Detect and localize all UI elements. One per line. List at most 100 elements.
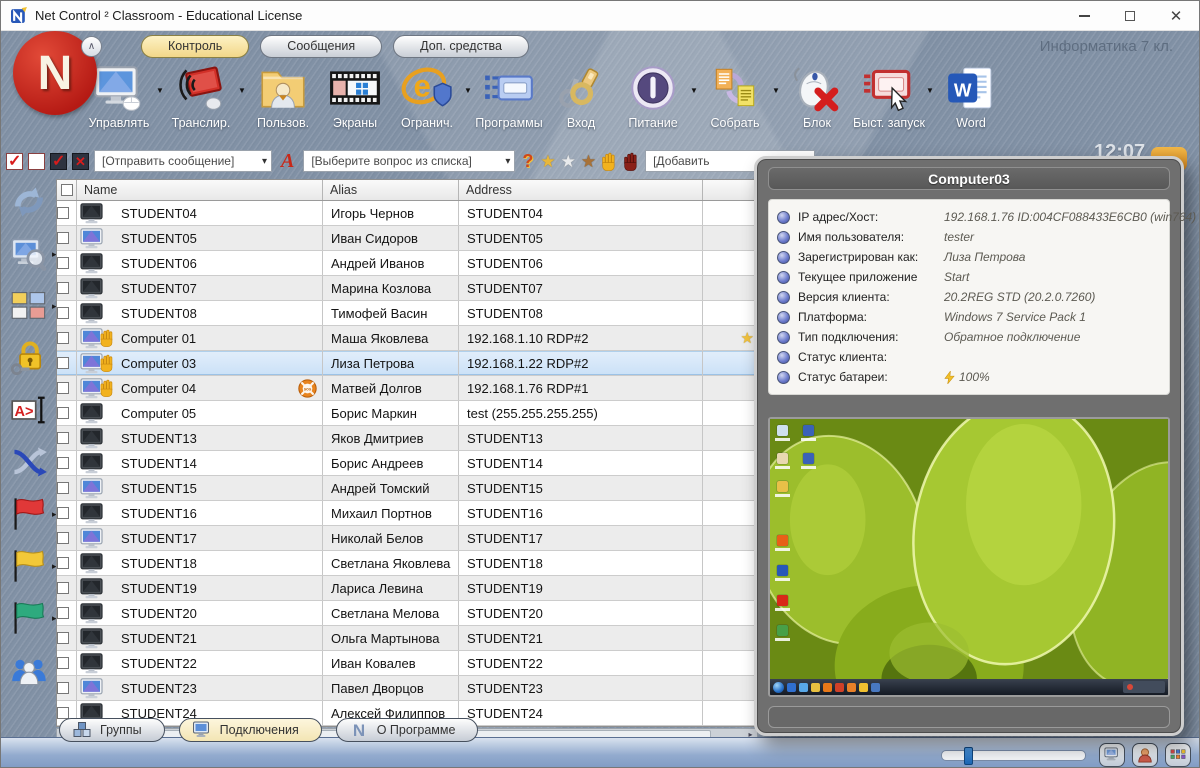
cell-name[interactable]: STUDENT16: [77, 501, 323, 525]
send-message-combo[interactable]: [Отправить сообщение] ▾: [94, 150, 272, 172]
cell-alias[interactable]: Андрей Иванов: [323, 251, 459, 275]
table-row-computer-05[interactable]: Computer 05Борис Маркинtest (255.255.255…: [57, 401, 757, 426]
cell-alias[interactable]: Тимофей Васин: [323, 301, 459, 325]
table-row-student16[interactable]: STUDENT16Михаил ПортновSTUDENT16: [57, 501, 757, 526]
cell-name[interactable]: STUDENT17: [77, 526, 323, 550]
cell-address[interactable]: STUDENT23: [459, 676, 703, 700]
cell-name[interactable]: STUDENT21: [77, 626, 323, 650]
sidebar-refresh-button[interactable]: [10, 183, 48, 221]
dropdown-arrow-icon[interactable]: ▼: [771, 86, 781, 95]
maximize-button[interactable]: [1107, 1, 1153, 31]
cell-name[interactable]: Computer 05: [77, 401, 323, 425]
cell-name[interactable]: STUDENT04: [77, 201, 323, 225]
row-checkbox[interactable]: [57, 382, 69, 394]
cell-alias[interactable]: Иван Сидоров: [323, 226, 459, 250]
cell-address[interactable]: 192.168.1.10 RDP#2: [459, 326, 703, 350]
cell-name[interactable]: STUDENT22: [77, 651, 323, 675]
row-checkbox[interactable]: [57, 607, 69, 619]
cell-alias[interactable]: Светлана Мелова: [323, 601, 459, 625]
cell-address[interactable]: STUDENT18: [459, 551, 703, 575]
toolbar-button-собрать[interactable]: Собрать: [699, 63, 771, 130]
cell-name[interactable]: STUDENT13: [77, 426, 323, 450]
dropdown-arrow-icon[interactable]: ▼: [925, 86, 935, 95]
cell-alias[interactable]: Лариса Левина: [323, 576, 459, 600]
toolbar-button-экраны[interactable]: Экраны: [319, 63, 391, 130]
dropdown-arrow-icon[interactable]: ▼: [237, 86, 247, 95]
cell-address[interactable]: 192.168.1.22 RDP#2: [459, 351, 703, 375]
table-row-computer-04[interactable]: Computer 04sosМатвей Долгов192.168.1.76 …: [57, 376, 757, 401]
toolbar-button-питание[interactable]: Питание: [617, 63, 689, 130]
table-row-student14[interactable]: STUDENT14Борис АндреевSTUDENT14: [57, 451, 757, 476]
table-row-student23[interactable]: STUDENT23Павел ДворцовSTUDENT23: [57, 676, 757, 701]
cell-alias[interactable]: Игорь Чернов: [323, 201, 459, 225]
row-checkbox[interactable]: [57, 257, 69, 269]
thumbnail-size-slider[interactable]: [941, 750, 1086, 761]
view-monitors-button[interactable]: [1099, 743, 1125, 767]
cell-address[interactable]: STUDENT13: [459, 426, 703, 450]
toolbar-button-программы[interactable]: Программы: [473, 63, 545, 130]
cell-address[interactable]: 192.168.1.76 RDP#1: [459, 376, 703, 400]
check-selected-icon[interactable]: [50, 153, 67, 170]
cell-address[interactable]: STUDENT24: [459, 701, 703, 725]
cell-alias[interactable]: Николай Белов: [323, 526, 459, 550]
cell-alias[interactable]: Светлана Яковлева: [323, 551, 459, 575]
table-row-student08[interactable]: STUDENT08Тимофей ВасинSTUDENT08: [57, 301, 757, 326]
cell-name[interactable]: STUDENT20: [77, 601, 323, 625]
table-row-student15[interactable]: STUDENT15Андрей ТомскийSTUDENT15: [57, 476, 757, 501]
sidebar-users-button[interactable]: [10, 651, 48, 689]
dropdown-arrow-icon[interactable]: ▼: [155, 86, 165, 95]
cell-address[interactable]: STUDENT20: [459, 601, 703, 625]
select-all-checkbox[interactable]: [6, 153, 23, 170]
table-row-student21[interactable]: STUDENT21Ольга МартыноваSTUDENT21: [57, 626, 757, 651]
table-header[interactable]: Name Alias Address: [57, 180, 757, 201]
sidebar-text-insert-button[interactable]: A>: [10, 391, 48, 429]
row-checkbox[interactable]: [57, 407, 69, 419]
tab-доп-средства[interactable]: Доп. средства: [393, 35, 529, 58]
table-row-student22[interactable]: STUDENT22Иван КовалевSTUDENT22: [57, 651, 757, 676]
sidebar-flag-red-button[interactable]: ▸: [10, 495, 48, 533]
row-checkbox[interactable]: [57, 307, 69, 319]
cell-name[interactable]: STUDENT07: [77, 276, 323, 300]
cell-name[interactable]: STUDENT23: [77, 676, 323, 700]
row-checkbox[interactable]: [57, 682, 69, 694]
cell-alias[interactable]: Маша Яковлева: [323, 326, 459, 350]
cell-alias[interactable]: Иван Ковалев: [323, 651, 459, 675]
column-address[interactable]: Address: [459, 180, 703, 200]
cell-name[interactable]: STUDENT15: [77, 476, 323, 500]
cell-name[interactable]: STUDENT05: [77, 226, 323, 250]
toolbar-button-вход[interactable]: Вход: [545, 63, 617, 130]
toolbar-button-транслир[interactable]: Транслир.: [165, 63, 237, 130]
cell-name[interactable]: STUDENT14: [77, 451, 323, 475]
row-checkbox[interactable]: [57, 507, 69, 519]
view-grid-button[interactable]: [1165, 743, 1191, 767]
sidebar-lock-button[interactable]: [10, 339, 48, 377]
row-checkbox[interactable]: [57, 282, 69, 294]
cell-alias[interactable]: Марина Козлова: [323, 276, 459, 300]
table-row-computer-01[interactable]: Computer 01Маша Яковлева192.168.1.10 RDP…: [57, 326, 757, 351]
cell-name[interactable]: STUDENT06: [77, 251, 323, 275]
table-row-student07[interactable]: STUDENT07Марина КозловаSTUDENT07: [57, 276, 757, 301]
header-checkbox-cell[interactable]: [57, 180, 77, 200]
sidebar-flag-green-button[interactable]: ▸: [10, 599, 48, 637]
uncheck-selected-icon[interactable]: [72, 153, 89, 170]
tab-контроль[interactable]: Контроль: [141, 35, 249, 58]
cell-name[interactable]: Computer 01: [77, 326, 323, 350]
sidebar-flag-yellow-button[interactable]: ▸: [10, 547, 48, 585]
cell-alias[interactable]: Михаил Портнов: [323, 501, 459, 525]
cell-address[interactable]: STUDENT19: [459, 576, 703, 600]
cell-alias[interactable]: Павел Дворцов: [323, 676, 459, 700]
cell-alias[interactable]: Андрей Томский: [323, 476, 459, 500]
toolbar-button-word[interactable]: WWord: [935, 63, 1007, 130]
row-checkbox[interactable]: [57, 357, 69, 369]
cell-name[interactable]: STUDENT19: [77, 576, 323, 600]
cell-alias[interactable]: Борис Андреев: [323, 451, 459, 475]
cell-address[interactable]: STUDENT05: [459, 226, 703, 250]
cell-address[interactable]: test (255.255.255.255): [459, 401, 703, 425]
table-row-student19[interactable]: STUDENT19Лариса ЛевинаSTUDENT19: [57, 576, 757, 601]
bottom-tab-группы[interactable]: Группы: [59, 718, 165, 742]
slider-handle[interactable]: [964, 747, 973, 765]
cell-address[interactable]: STUDENT16: [459, 501, 703, 525]
row-checkbox[interactable]: [57, 557, 69, 569]
cell-name[interactable]: STUDENT18: [77, 551, 323, 575]
collapse-ribbon-button[interactable]: ∧: [81, 36, 102, 57]
